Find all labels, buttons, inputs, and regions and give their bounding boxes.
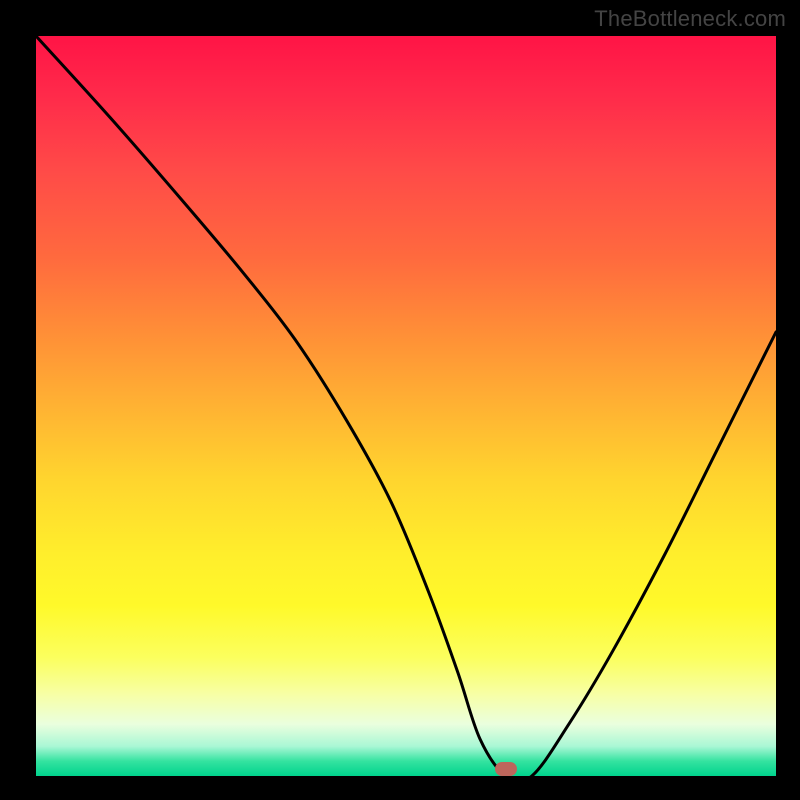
chart-frame: TheBottleneck.com	[0, 0, 800, 800]
watermark-text: TheBottleneck.com	[594, 6, 786, 32]
bottleneck-curve	[36, 36, 776, 776]
optimum-marker	[495, 762, 517, 776]
plot-area	[36, 36, 776, 776]
